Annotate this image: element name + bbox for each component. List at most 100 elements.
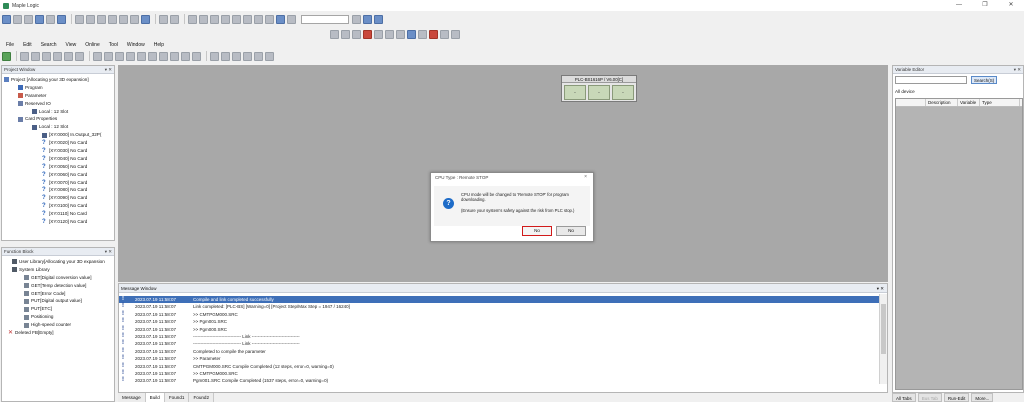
tool-a-icon[interactable]	[352, 14, 361, 24]
tree-item-reserved-io[interactable]: Reserved IO	[4, 100, 114, 108]
dialog-close-icon[interactable]: ×	[584, 173, 587, 182]
tree-item-card[interactable]: ? [XY:0080] No Card	[4, 186, 114, 194]
table-icon[interactable]	[451, 29, 460, 39]
upload-icon[interactable]	[243, 14, 252, 24]
device-icon[interactable]	[265, 14, 274, 24]
trend-icon[interactable]	[265, 51, 274, 61]
plc-slot[interactable]: -	[612, 85, 634, 100]
variable-grid[interactable]: Description Variable Type	[895, 98, 1023, 390]
dialog-no-button-highlighted[interactable]: No	[522, 226, 552, 236]
play-icon[interactable]	[210, 51, 219, 61]
save-icon[interactable]	[35, 14, 44, 24]
step-icon[interactable]	[374, 29, 383, 39]
tree-item-card-properties[interactable]: Card Properties	[4, 115, 114, 123]
func-icon[interactable]	[385, 29, 394, 39]
print-icon[interactable]	[57, 14, 66, 24]
line-icon[interactable]	[126, 51, 135, 61]
paste-icon[interactable]	[97, 14, 106, 24]
output-icon[interactable]	[148, 51, 157, 61]
align-left-icon[interactable]	[42, 51, 51, 61]
tree-item-fb[interactable]: GET[Error Code]	[4, 290, 114, 298]
pulse-icon[interactable]	[115, 51, 124, 61]
menu-file[interactable]: File	[6, 42, 14, 48]
message-row[interactable]: ! 2023.07.19 11:58:07 Completed to compile…	[119, 348, 887, 355]
set-icon[interactable]	[159, 51, 168, 61]
tree-item-fb[interactable]: GET[Temp detection value]	[4, 282, 114, 290]
open-file-icon[interactable]	[13, 14, 22, 24]
tree-item-card[interactable]: ? [XY:0020] No Card	[4, 139, 114, 147]
message-row[interactable]: ! 2023.07.19 11:58:07 --------------------…	[119, 340, 887, 347]
tab-more[interactable]: More...	[971, 393, 994, 402]
minimize-button[interactable]: —	[946, 0, 972, 11]
tab-run-edit[interactable]: Run-Edit	[943, 393, 970, 402]
pin-icon[interactable]: ▾ ✕	[1014, 66, 1021, 74]
message-row[interactable]: ! 2023.07.19 11:58:07 --------------------…	[119, 333, 887, 340]
add-icon[interactable]	[2, 51, 11, 61]
tree-item-card[interactable]: ? [XY:0100] No Card	[4, 202, 114, 210]
message-row[interactable]: ! 2023.07.19 11:58:07 >> CMTPGM000.SRC	[119, 311, 887, 318]
tab-message[interactable]: Message	[118, 393, 146, 402]
tree-item-card[interactable]: ? [XY:0030] No Card	[4, 147, 114, 155]
cut-icon[interactable]	[75, 14, 84, 24]
run-icon[interactable]	[407, 29, 416, 39]
tree-item-card[interactable]: ? [XY:0060] No Card	[4, 171, 114, 179]
column-type[interactable]: Type	[980, 99, 1020, 106]
tree-item-project[interactable]: Project [Allocating your 3D expansion]	[4, 76, 114, 84]
tree-item-user-library[interactable]: User Library[Allocating your 3D expansio…	[4, 258, 114, 266]
menu-view[interactable]: View	[66, 42, 77, 48]
breakpoint-icon[interactable]	[243, 51, 252, 61]
menu-online[interactable]: Online	[85, 42, 99, 48]
watch-icon[interactable]	[254, 51, 263, 61]
message-row[interactable]: ! 2023.07.19 11:58:07 >> CMTPGM000.SRC	[119, 370, 887, 377]
ladder-icon[interactable]	[330, 29, 339, 39]
branch-icon[interactable]	[137, 51, 146, 61]
tree-item-fb[interactable]: High-speed counter	[4, 321, 114, 329]
close-file-icon[interactable]	[24, 14, 33, 24]
tree-item-card[interactable]: ? [XY:0070] No Card	[4, 179, 114, 187]
abort-icon[interactable]	[429, 29, 438, 39]
reset-icon[interactable]	[170, 51, 179, 61]
pin-icon[interactable]: ▾ ✕	[105, 248, 112, 256]
block-icon[interactable]	[396, 29, 405, 39]
message-row[interactable]: ! 2023.07.19 11:58:07 Compile and link com…	[119, 296, 887, 304]
fb-icon[interactable]	[192, 51, 201, 61]
pin-icon[interactable]: ▾ ✕	[877, 284, 884, 293]
tool-b-icon[interactable]	[363, 14, 372, 24]
tool-c-icon[interactable]	[374, 14, 383, 24]
message-row[interactable]: ! 2023.07.19 11:58:07 >> Parameter	[119, 355, 887, 362]
zoom-out-icon[interactable]	[199, 14, 208, 24]
menu-help[interactable]: Help	[154, 42, 164, 48]
settings-icon[interactable]	[287, 14, 296, 24]
toolbar-combo[interactable]	[301, 14, 349, 24]
pin-icon[interactable]: ▾ ✕	[105, 66, 112, 74]
variable-search-combo[interactable]	[895, 76, 967, 84]
tree-item-local-slot[interactable]: Local : 12 Slot	[4, 108, 114, 116]
tree-item-deleted-fb[interactable]: ✕ Deleted FB[Empty]	[4, 329, 114, 337]
grid-icon[interactable]	[75, 51, 84, 61]
tab-found2[interactable]: Found2	[189, 393, 215, 402]
tab-all-tabs[interactable]: All Tabs	[892, 393, 916, 402]
column-description[interactable]: Description	[926, 99, 958, 106]
dialog-no-button[interactable]: No	[556, 226, 586, 236]
tree-item-fb[interactable]: GET[Digital conversion value]	[4, 274, 114, 282]
tree-item-card[interactable]: ? [XY:0040] No Card	[4, 155, 114, 163]
close-window-button[interactable]: ✕	[998, 0, 1024, 11]
undo-icon[interactable]	[159, 14, 168, 24]
plc-slot[interactable]: -	[588, 85, 610, 100]
tree-item-card[interactable]: [XY:0000] In.Output_32P(	[4, 131, 114, 139]
menu-edit[interactable]: Edit	[23, 42, 32, 48]
contact-nc-icon[interactable]	[104, 51, 113, 61]
scroll-thumb[interactable]	[881, 304, 886, 354]
menu-window[interactable]: Window	[127, 42, 145, 48]
tree-item-fb[interactable]: PUT[ETC]	[4, 305, 114, 313]
align-right-icon[interactable]	[64, 51, 73, 61]
save-as-icon[interactable]	[46, 14, 55, 24]
compile-icon[interactable]	[210, 14, 219, 24]
tree-item-fb[interactable]: PUT[Digital output value]	[4, 297, 114, 305]
menu-tool[interactable]: Tool	[109, 42, 118, 48]
coil-icon[interactable]	[352, 29, 361, 39]
tab-found1[interactable]: Found1	[164, 393, 190, 402]
step-over-icon[interactable]	[232, 51, 241, 61]
zoom-in-icon[interactable]	[188, 14, 197, 24]
plc-rack[interactable]: PLC-BS1616P / V6.00[C] - - -	[561, 75, 637, 102]
